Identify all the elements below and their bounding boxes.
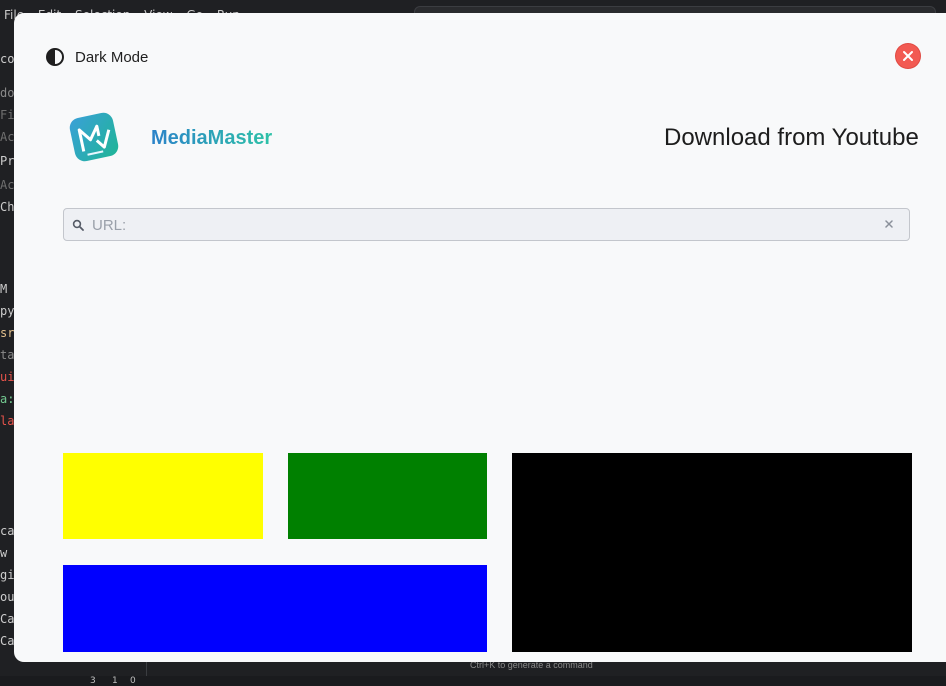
ide-sidebar-item[interactable]: Ac bbox=[0, 178, 14, 192]
ide-sidebar-item[interactable]: ui bbox=[0, 370, 14, 384]
ide-panel-divider bbox=[146, 660, 147, 676]
blue-panel bbox=[63, 565, 487, 652]
ide-sidebar-item[interactable]: Pr bbox=[0, 154, 14, 168]
ide-sidebar-item[interactable]: do bbox=[0, 86, 14, 100]
half-circle-contrast-icon bbox=[46, 48, 64, 66]
dark-mode-label: Dark Mode bbox=[75, 48, 149, 66]
ide-sidebar-item[interactable]: gi bbox=[0, 568, 14, 582]
brand-name: MediaMaster bbox=[151, 127, 273, 149]
ide-status-bar: 0 3 1 bbox=[0, 676, 946, 686]
ide-explorer-sidebar: co do Fil Ac Pr Ac Ch Mpy src tar ui a: la ca w gi ou Ca C… bbox=[0, 30, 14, 670]
ide-sidebar-item[interactable]: co bbox=[0, 52, 14, 66]
close-button[interactable] bbox=[896, 44, 920, 68]
ide-sidebar-item[interactable]: ca bbox=[0, 524, 14, 538]
ide-sidebar-item[interactable]: M bbox=[0, 282, 7, 296]
close-icon bbox=[903, 51, 913, 61]
ide-sidebar-item[interactable]: w bbox=[0, 546, 7, 560]
ide-status-errors[interactable]: 3 bbox=[90, 676, 96, 686]
green-panel bbox=[288, 453, 487, 539]
search-icon bbox=[72, 219, 84, 231]
url-search-box bbox=[63, 208, 910, 242]
dark-mode-toggle[interactable]: Dark Mode bbox=[45, 47, 148, 67]
ide-sidebar-item[interactable]: Ca bbox=[0, 612, 14, 626]
ide-sidebar-item[interactable]: src bbox=[0, 326, 14, 340]
ide-sidebar-item[interactable]: tar bbox=[0, 348, 14, 362]
mediamaster-logo bbox=[69, 112, 119, 162]
ide-sidebar-item[interactable]: Fil bbox=[0, 108, 14, 122]
ide-sidebar-item[interactable]: Ac bbox=[0, 130, 14, 144]
ide-sidebar-item[interactable]: a: bbox=[0, 392, 14, 406]
ide-status-warnings[interactable]: 1 bbox=[112, 676, 118, 686]
black-video-panel bbox=[512, 453, 912, 652]
page-headline: Download from Youtube bbox=[664, 124, 919, 151]
clear-icon[interactable] bbox=[883, 218, 895, 230]
ide-sidebar-item[interactable]: Ca bbox=[0, 634, 14, 648]
mediamaster-app-window: Dark Mode MediaMaster Download from Yout… bbox=[14, 13, 946, 662]
ide-sidebar-item[interactable]: ou bbox=[0, 590, 14, 604]
url-input[interactable] bbox=[90, 209, 874, 242]
yellow-panel bbox=[63, 453, 263, 539]
ide-sidebar-item[interactable]: la bbox=[0, 414, 14, 428]
ide-sidebar-item[interactable]: py bbox=[0, 304, 14, 318]
ide-status-ports[interactable]: 0 bbox=[130, 676, 136, 686]
ide-sidebar-item[interactable]: Ch bbox=[0, 200, 14, 214]
